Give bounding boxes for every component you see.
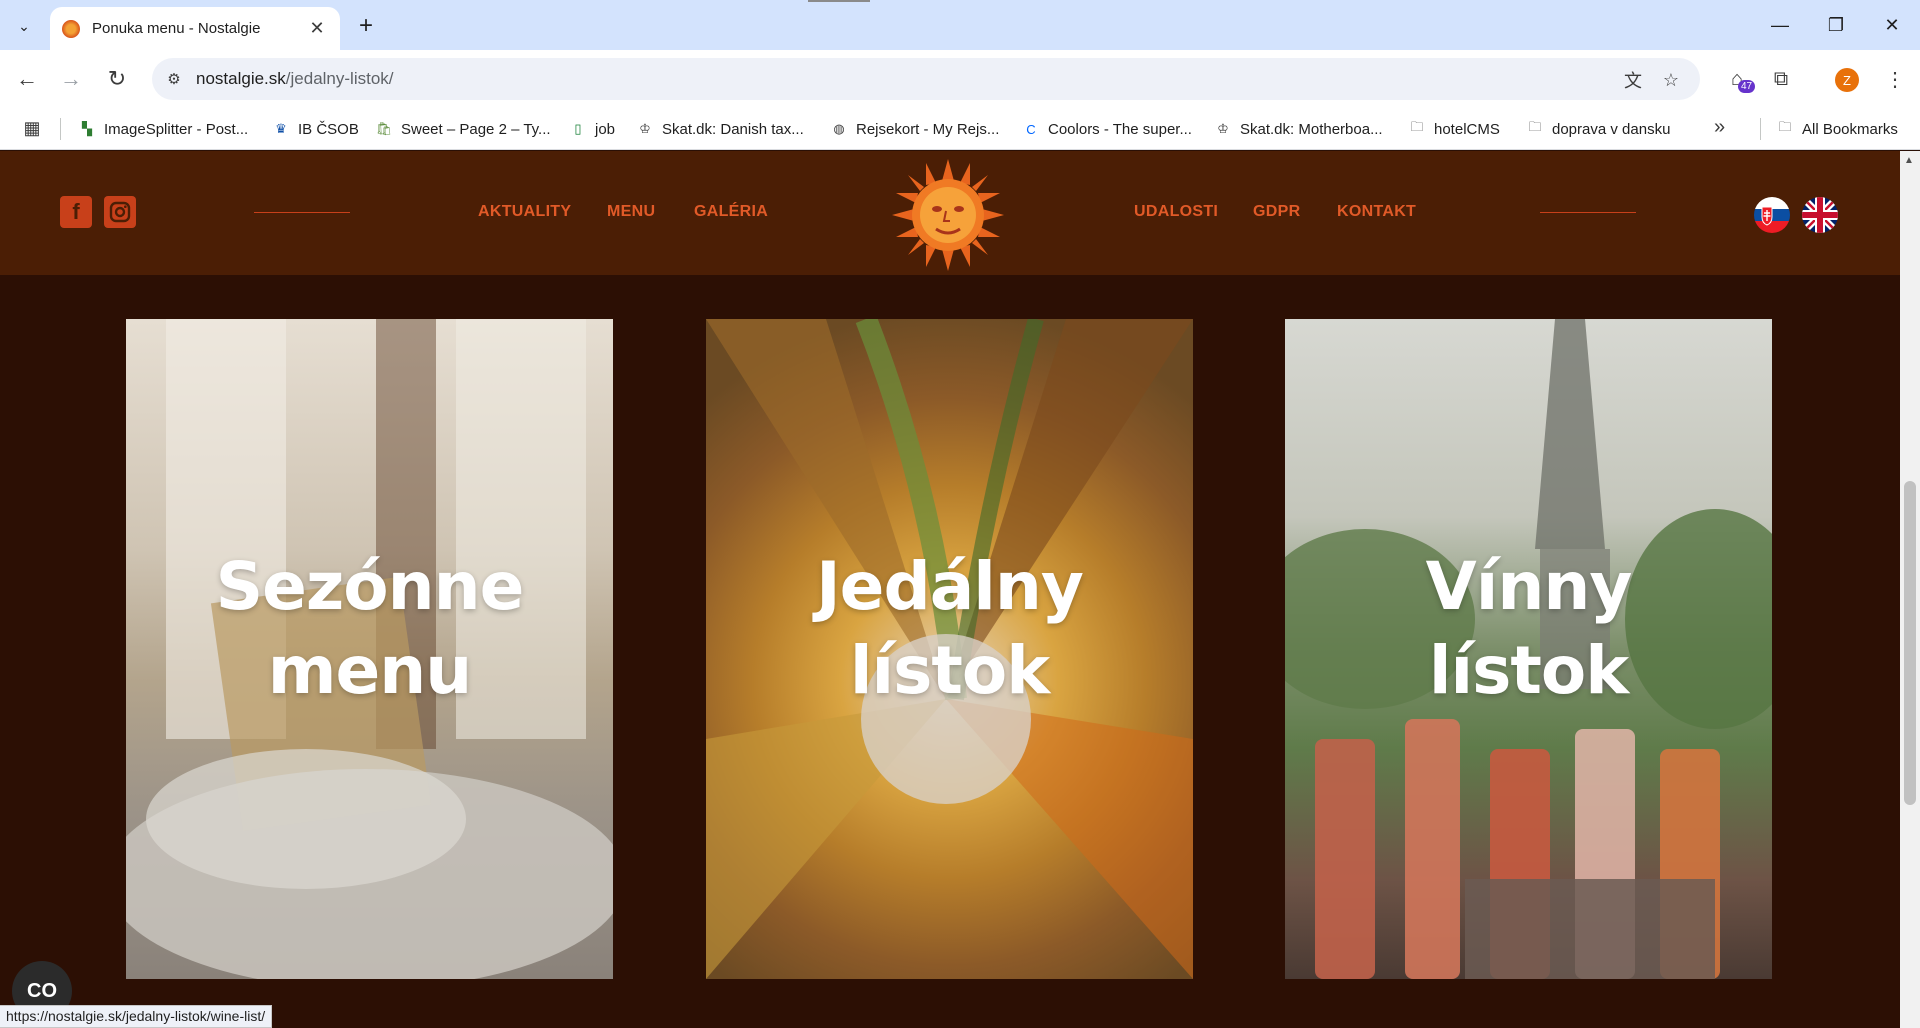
coolors-icon: C xyxy=(1026,121,1036,137)
translate-icon[interactable]: 文 xyxy=(1620,67,1646,93)
sheet-icon: ▯ xyxy=(574,121,582,136)
bookmark-skat-motherboard[interactable]: ♔ Skat.dk: Motherboa... xyxy=(1214,116,1382,142)
page-viewport: f AKTUALITY MENU GALÉRIA UDALOSTI GDPR K… xyxy=(0,151,1900,1028)
slovak-flag-icon[interactable] xyxy=(1754,197,1790,233)
profile-avatar[interactable]: Z xyxy=(1835,68,1859,92)
scrollbar-thumb[interactable] xyxy=(1904,481,1916,805)
nav-kontakt[interactable]: KONTAKT xyxy=(1337,203,1416,221)
status-bar-url: https://nostalgie.sk/jedalny-listok/wine… xyxy=(0,1005,273,1028)
bookmark-coolors[interactable]: C Coolors - The super... xyxy=(1022,116,1192,142)
window-drag-handle[interactable] xyxy=(808,0,870,2)
sun-favicon-icon xyxy=(62,19,80,38)
url-text[interactable]: nostalgie.sk/jedalny-listok/ xyxy=(196,69,394,89)
bookmark-ib-csob[interactable]: ♛ IB ČSOB xyxy=(272,116,359,142)
address-bar[interactable]: ⚙ nostalgie.sk/jedalny-listok/ 文 ☆ xyxy=(152,58,1700,100)
bookmarks-bar: ▦ ▚ ImageSplitter - Post... ♛ IB ČSOB 🛍 … xyxy=(0,108,1920,150)
browser-toolbar: ← → ↻ ⚙ nostalgie.sk/jedalny-listok/ 文 ☆… xyxy=(0,50,1920,108)
nav-aktuality[interactable]: AKTUALITY xyxy=(478,203,571,221)
extension-button[interactable]: ⌂ 47 xyxy=(1722,64,1756,94)
header-divider-right xyxy=(1540,212,1636,213)
active-tab[interactable]: Ponuka menu - Nostalgie ✕ xyxy=(50,7,340,50)
minimize-button[interactable]: — xyxy=(1752,0,1808,50)
bookmark-job[interactable]: ▯ job xyxy=(569,116,615,142)
globe-icon: ◍ xyxy=(833,121,845,136)
slovak-flag-graphic xyxy=(1754,197,1790,233)
bookmark-hotelcms[interactable]: 🗀 hotelCMS xyxy=(1408,116,1499,142)
card-wine-list[interactable]: Vínny lístok xyxy=(1285,319,1772,979)
cookie-icon: CO xyxy=(27,979,57,1002)
crown-icon: ♔ xyxy=(639,121,651,136)
bookmark-skat-danish-tax[interactable]: ♔ Skat.dk: Danish tax... xyxy=(636,116,804,142)
imagesplitter-icon: ▚ xyxy=(82,121,92,136)
instagram-glyph xyxy=(109,201,131,223)
bookmark-doprava[interactable]: 🗀 doprava v dansku xyxy=(1526,116,1670,142)
card-title-wine: Vínny lístok xyxy=(1425,548,1633,709)
window-controls: — ❐ ✕ xyxy=(1752,0,1920,50)
tab-strip: ⌄ Ponuka menu - Nostalgie ✕ + — ❐ ✕ xyxy=(0,0,1920,50)
extension-badge: 47 xyxy=(1738,80,1756,93)
csob-icon: ♛ xyxy=(275,121,287,136)
header-divider-left xyxy=(254,212,350,213)
instagram-icon[interactable] xyxy=(104,196,136,228)
folder-icon: 🗀 xyxy=(1528,119,1542,134)
forward-button[interactable]: → xyxy=(56,64,86,94)
page-scrollbar[interactable]: ▲ xyxy=(1900,151,1920,1028)
window-close-button[interactable]: ✕ xyxy=(1864,0,1920,50)
all-bookmarks-button[interactable]: 🗀 All Bookmarks xyxy=(1776,116,1897,142)
chevron-double-right-icon[interactable]: » xyxy=(1714,116,1725,139)
tab-search-button[interactable]: ⌄ xyxy=(9,11,39,41)
bookmark-star-icon[interactable]: ☆ xyxy=(1658,67,1684,93)
scroll-up-arrow-icon[interactable]: ▲ xyxy=(1904,155,1914,166)
folder-icon: 🗀 xyxy=(1778,119,1792,134)
crown-icon: ♔ xyxy=(1217,121,1229,136)
kebab-menu-icon[interactable]: ⋮ xyxy=(1880,64,1910,94)
reload-button[interactable]: ↻ xyxy=(102,64,132,94)
nav-udalosti[interactable]: UDALOSTI xyxy=(1134,203,1218,221)
bookmarks-divider xyxy=(60,118,61,140)
tab-title: Ponuka menu - Nostalgie xyxy=(92,20,261,37)
site-info-icon[interactable]: ⚙ xyxy=(162,67,186,91)
sun-logo-icon[interactable] xyxy=(892,159,1004,271)
nav-galeria[interactable]: GALÉRIA xyxy=(694,203,768,221)
chevron-down-icon: ⌄ xyxy=(18,17,30,34)
folder-icon: 🗀 xyxy=(1410,119,1424,134)
card-food-menu[interactable]: Jedálny lístok xyxy=(706,319,1193,979)
close-icon[interactable]: ✕ xyxy=(306,18,328,40)
nav-menu[interactable]: MENU xyxy=(607,203,655,221)
restore-button[interactable]: ❐ xyxy=(1808,0,1864,50)
extensions-puzzle-icon[interactable]: ⧉ xyxy=(1766,64,1796,94)
card-title-food: Jedálny lístok xyxy=(816,548,1084,709)
back-button[interactable]: ← xyxy=(12,64,42,94)
card-seasonal-menu[interactable]: Sezónne menu xyxy=(126,319,613,979)
bookmark-imagesplitter[interactable]: ▚ ImageSplitter - Post... xyxy=(78,116,248,142)
new-tab-button[interactable]: + xyxy=(352,12,380,40)
card-title-seasonal: Sezónne menu xyxy=(215,548,525,709)
uk-flag-icon[interactable] xyxy=(1802,197,1838,233)
facebook-icon[interactable]: f xyxy=(60,196,92,228)
nav-gdpr[interactable]: GDPR xyxy=(1253,203,1300,221)
shopify-icon: 🛍 xyxy=(375,121,393,136)
uk-flag-graphic xyxy=(1802,197,1838,233)
site-header: f AKTUALITY MENU GALÉRIA UDALOSTI GDPR K… xyxy=(0,151,1900,275)
bookmark-sweet[interactable]: 🛍 Sweet – Page 2 – Ty... xyxy=(375,116,551,142)
bookmark-rejsekort[interactable]: ◍ Rejsekort - My Rejs... xyxy=(830,116,999,142)
bookmarks-divider xyxy=(1760,118,1761,140)
apps-grid-icon[interactable]: ▦ xyxy=(20,116,44,140)
